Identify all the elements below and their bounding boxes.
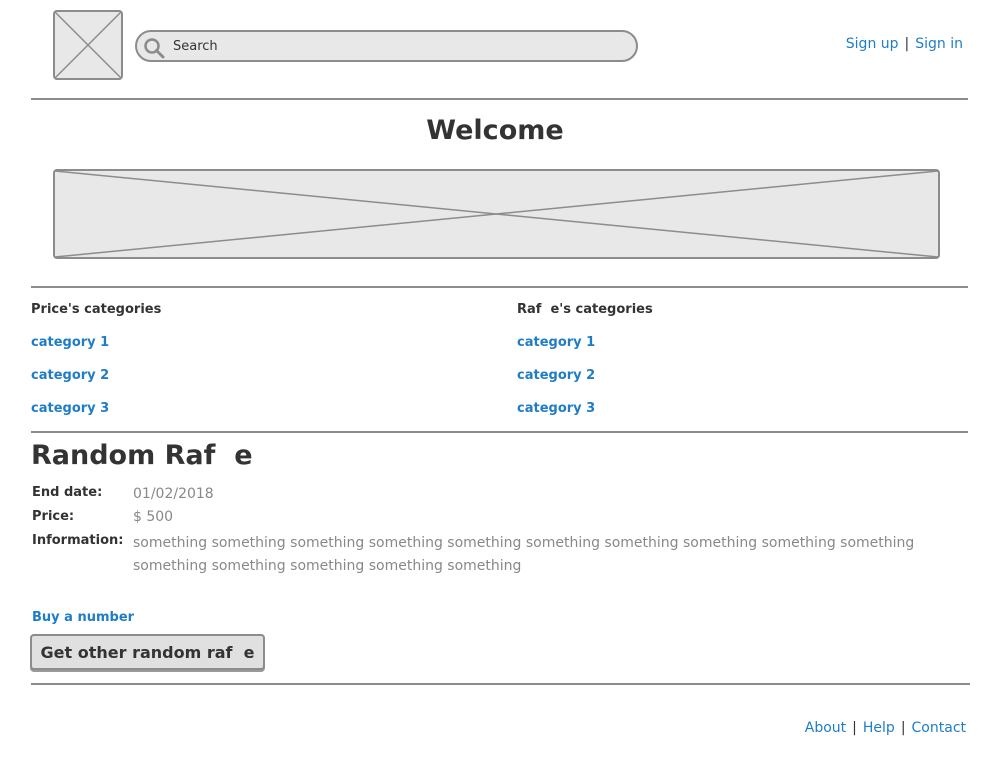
auth-links: Sign up | Sign in bbox=[846, 36, 963, 52]
separator: | bbox=[852, 720, 857, 736]
sign-up-link[interactable]: Sign up bbox=[846, 36, 899, 52]
divider bbox=[31, 286, 968, 288]
page-title: Welcome bbox=[426, 115, 564, 146]
raffle-category-link[interactable]: category 1 bbox=[517, 335, 595, 350]
contact-link[interactable]: Contact bbox=[912, 720, 966, 736]
divider bbox=[31, 98, 968, 100]
random-raffle-title: Random Raf e bbox=[31, 440, 253, 471]
separator: | bbox=[900, 720, 906, 736]
price-category-link[interactable]: category 2 bbox=[31, 368, 109, 383]
divider bbox=[31, 683, 970, 685]
about-link[interactable]: About bbox=[805, 720, 846, 736]
sign-in-link[interactable]: Sign in bbox=[915, 36, 963, 52]
divider bbox=[31, 431, 968, 433]
image-placeholder-icon bbox=[53, 169, 940, 259]
logo[interactable] bbox=[53, 10, 123, 80]
price-value: $ 500 bbox=[133, 509, 174, 525]
raffle-category-link[interactable]: category 3 bbox=[517, 401, 595, 416]
buy-number-link[interactable]: Buy a number bbox=[32, 610, 134, 625]
separator: | bbox=[904, 36, 910, 52]
image-placeholder-icon bbox=[53, 10, 123, 80]
information-label: Information: bbox=[32, 533, 124, 548]
raffle-category-link[interactable]: category 2 bbox=[517, 368, 595, 383]
footer-links: About | Help | Contact bbox=[805, 720, 966, 736]
end-date-label: End date: bbox=[32, 485, 103, 500]
price-label: Price: bbox=[32, 509, 75, 524]
search-input[interactable] bbox=[173, 32, 613, 60]
search-bar[interactable] bbox=[135, 30, 638, 62]
end-date-value: 01/02/2018 bbox=[133, 486, 214, 502]
price-category-link[interactable]: category 3 bbox=[31, 401, 109, 416]
price-categories-title: Price's categories bbox=[31, 302, 162, 317]
raffle-categories-title: Raf e's categories bbox=[517, 302, 653, 317]
banner-image bbox=[53, 169, 940, 259]
search-icon bbox=[144, 38, 165, 59]
get-other-raffle-button[interactable]: Get other random raf e bbox=[30, 634, 265, 670]
price-category-link[interactable]: category 1 bbox=[31, 335, 109, 350]
information-value: something something something something … bbox=[133, 535, 915, 574]
help-link[interactable]: Help bbox=[863, 720, 895, 736]
